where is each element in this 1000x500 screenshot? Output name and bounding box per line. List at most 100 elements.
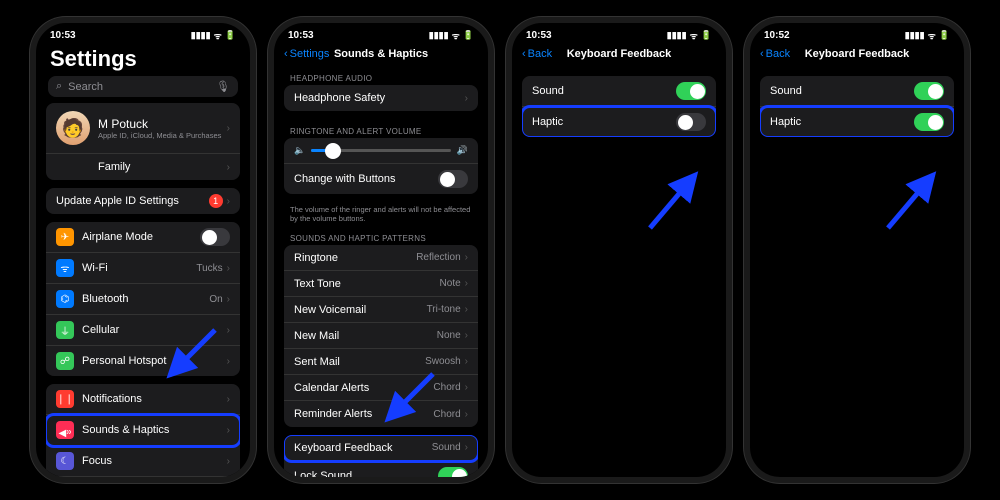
row-label: Ringtone bbox=[294, 252, 416, 264]
volume-slider-row[interactable]: 🔈 🔊 bbox=[284, 138, 478, 164]
group-header: HEADPHONE AUDIO bbox=[274, 66, 488, 85]
row-value: Tri-tone bbox=[427, 304, 461, 315]
phone-keyboard-feedback-off: 10:53 ▮▮▮▮ ᯤ 🔋 ‹ Back Keyboard Feedback … bbox=[506, 17, 732, 483]
profile-name: M Potuck bbox=[98, 117, 227, 131]
toggle[interactable] bbox=[914, 113, 944, 131]
chevron-right-icon: › bbox=[465, 382, 468, 393]
airplane-mode-row[interactable]: ✈︎ Airplane Mode bbox=[46, 222, 240, 253]
chevron-left-icon: ‹ bbox=[522, 48, 526, 60]
row-icon: ⏚ bbox=[56, 321, 74, 339]
toggle[interactable] bbox=[200, 228, 230, 246]
row-label: Cellular bbox=[82, 324, 227, 336]
group-footer: The volume of the ringer and alerts will… bbox=[274, 202, 488, 226]
update-group: Update Apple ID Settings 1 › bbox=[46, 188, 240, 214]
haptic-row[interactable]: Haptic bbox=[522, 107, 716, 137]
chevron-right-icon: › bbox=[227, 425, 230, 436]
row-label: Headphone Safety bbox=[294, 92, 465, 104]
back-label: Back bbox=[766, 48, 790, 60]
row-label: Sounds & Haptics bbox=[82, 424, 227, 436]
row-label: Sound bbox=[770, 85, 914, 97]
row-label: Haptic bbox=[770, 116, 914, 128]
back-button[interactable]: ‹ Settings bbox=[284, 48, 329, 60]
toggle[interactable] bbox=[676, 113, 706, 131]
screen-time-row[interactable]: ⧗Screen Time› bbox=[46, 477, 240, 483]
back-button[interactable]: ‹ Back bbox=[760, 48, 790, 60]
phone-settings: 10:53 ▮▮▮▮ ᯤ 🔋 Settings ⌕ Search 🎙 🧑 M P… bbox=[30, 17, 256, 483]
search-input[interactable]: ⌕ Search 🎙 bbox=[48, 76, 238, 97]
row-value: Reflection bbox=[416, 252, 460, 263]
headphone-safety-row[interactable]: Headphone Safety › bbox=[284, 85, 478, 111]
row-label: Airplane Mode bbox=[82, 231, 200, 243]
sound-row[interactable]: Sound bbox=[522, 76, 716, 107]
toggle[interactable] bbox=[676, 82, 706, 100]
cellular-row[interactable]: ⏚Cellular› bbox=[46, 315, 240, 346]
apple-id-row[interactable]: 🧑 M Potuck Apple ID, iCloud, Media & Pur… bbox=[46, 103, 240, 154]
row-value: Note bbox=[440, 278, 461, 289]
notch bbox=[336, 23, 426, 45]
back-button[interactable]: ‹ Back bbox=[522, 48, 552, 60]
sounds-haptics-row[interactable]: ◀︎᠉Sounds & Haptics› bbox=[46, 415, 240, 446]
row-value: Chord bbox=[433, 382, 460, 393]
text-tone-row[interactable]: Text ToneNote› bbox=[284, 271, 478, 297]
volume-group: 🔈 🔊 Change with Buttons bbox=[284, 138, 478, 194]
new-voicemail-row[interactable]: New VoicemailTri-tone› bbox=[284, 297, 478, 323]
battery-icon: 🔋 bbox=[939, 30, 950, 41]
profile-sub: Apple ID, iCloud, Media & Purchases bbox=[98, 131, 227, 140]
row-label: Bluetooth bbox=[82, 293, 209, 305]
nav-bar: ‹ Settings Sounds & Haptics bbox=[274, 44, 488, 66]
personal-hotspot-row[interactable]: ☍Personal Hotspot› bbox=[46, 346, 240, 376]
row-label: Lock Sound bbox=[294, 470, 438, 482]
ringtone-row[interactable]: RingtoneReflection› bbox=[284, 245, 478, 271]
volume-slider[interactable] bbox=[311, 149, 451, 152]
wi-fi-row[interactable]: ᯤWi-FiTucks› bbox=[46, 253, 240, 284]
chevron-left-icon: ‹ bbox=[760, 48, 764, 60]
sent-mail-row[interactable]: Sent MailSwoosh› bbox=[284, 349, 478, 375]
row-value: Chord bbox=[433, 409, 460, 420]
patterns-group: RingtoneReflection›Text ToneNote›New Voi… bbox=[284, 245, 478, 427]
status-time: 10:52 bbox=[764, 30, 790, 41]
row-icon: ❘❘ bbox=[56, 390, 74, 408]
battery-icon: 🔋 bbox=[701, 30, 712, 41]
row-label: Change with Buttons bbox=[294, 173, 438, 185]
mic-icon[interactable]: 🎙 bbox=[216, 80, 230, 93]
chevron-right-icon: › bbox=[227, 162, 230, 173]
signal-icon: ▮▮▮▮ bbox=[905, 30, 925, 41]
focus-row[interactable]: ☾Focus› bbox=[46, 446, 240, 477]
notch bbox=[574, 23, 664, 45]
chevron-right-icon: › bbox=[227, 196, 230, 207]
change-with-buttons-row[interactable]: Change with Buttons bbox=[284, 164, 478, 194]
general-group: ❘❘Notifications›◀︎᠉Sounds & Haptics›☾Foc… bbox=[46, 384, 240, 483]
row-icon: ☾ bbox=[56, 452, 74, 470]
lock-sound-row[interactable]: Lock Sound bbox=[284, 461, 478, 483]
group-header: RINGTONE AND ALERT VOLUME bbox=[274, 119, 488, 138]
search-icon: ⌕ bbox=[56, 80, 62, 93]
wifi-icon: ᯤ bbox=[452, 29, 460, 42]
reminder-alerts-row[interactable]: Reminder AlertsChord › bbox=[284, 401, 478, 427]
row-icon: ᯤ bbox=[56, 259, 74, 277]
chevron-right-icon: › bbox=[227, 356, 230, 367]
status-time: 10:53 bbox=[50, 30, 76, 41]
toggle[interactable] bbox=[438, 170, 468, 188]
haptic-row[interactable]: Haptic bbox=[760, 107, 954, 137]
keyboard-feedback-row[interactable]: Keyboard Feedback Sound › bbox=[284, 435, 478, 461]
toggle[interactable] bbox=[438, 467, 468, 483]
status-time: 10:53 bbox=[526, 30, 552, 41]
search-placeholder: Search bbox=[68, 81, 103, 93]
new-mail-row[interactable]: New MailNone› bbox=[284, 323, 478, 349]
update-apple-id-row[interactable]: Update Apple ID Settings 1 › bbox=[46, 188, 240, 214]
family-row[interactable]: Family › bbox=[46, 154, 240, 180]
chevron-right-icon: › bbox=[465, 409, 468, 420]
row-label: Keyboard Feedback bbox=[294, 442, 432, 454]
notifications-row[interactable]: ❘❘Notifications› bbox=[46, 384, 240, 415]
calendar-alerts-row[interactable]: Calendar AlertsChord› bbox=[284, 375, 478, 401]
sound-row[interactable]: Sound bbox=[760, 76, 954, 107]
row-label: Sent Mail bbox=[294, 356, 425, 368]
notch bbox=[812, 23, 902, 45]
row-label: Reminder Alerts bbox=[294, 408, 433, 420]
page-title: Settings bbox=[36, 44, 250, 76]
toggle[interactable] bbox=[914, 82, 944, 100]
bluetooth-row[interactable]: ⌬BluetoothOn› bbox=[46, 284, 240, 315]
row-icon: ✈︎ bbox=[56, 228, 74, 246]
status-indicators: ▮▮▮▮ ᯤ 🔋 bbox=[191, 29, 236, 42]
status-indicators: ▮▮▮▮ ᯤ 🔋 bbox=[667, 29, 712, 42]
